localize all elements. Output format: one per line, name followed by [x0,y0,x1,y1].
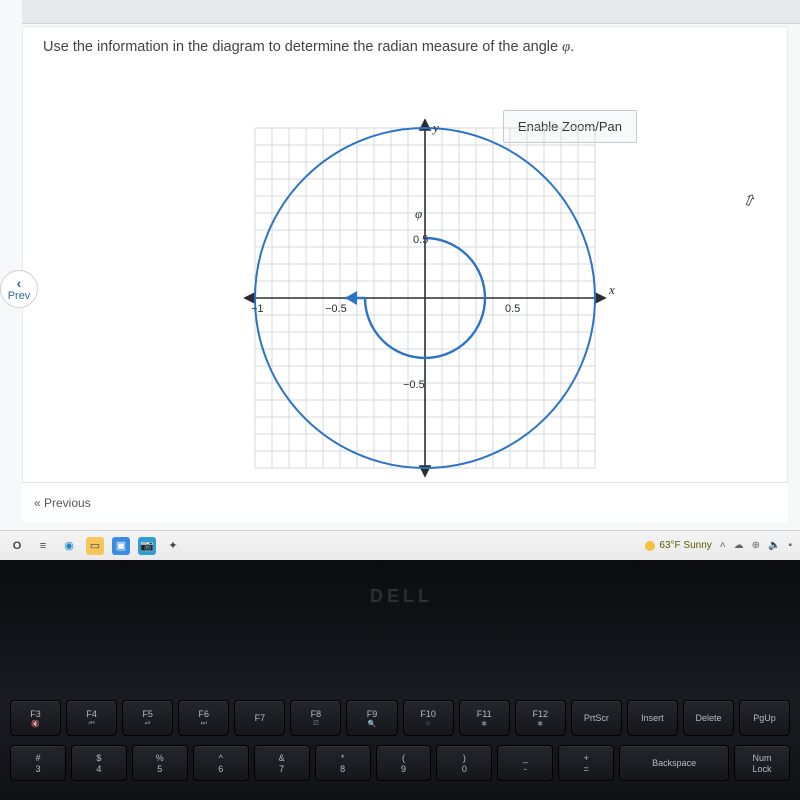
svg-text:−0.5: −0.5 [325,303,347,315]
explorer-icon[interactable]: ▭ [86,537,104,555]
key-delete[interactable]: Delete [683,700,734,736]
browser-tab-bar [22,0,800,24]
keyboard-function-row: F3🔇F4⏮F5⏯F6⏭F7F8⎚F9🔍F10☼F11✱F12✱PrtScrIn… [10,700,790,736]
key-backspace[interactable]: Backspace [619,745,729,781]
polar-diagram: y x φ 0.5 −0.5 −1 0.5 −0.5 [185,108,625,488]
app-icon-3[interactable]: ✦ [164,537,182,555]
key-6[interactable]: ^6 [193,745,249,781]
svg-text:−0.5: −0.5 [403,379,425,391]
key-prtscr[interactable]: PrtScr [571,700,622,736]
key-f11[interactable]: F11✱ [459,700,510,736]
weather-text: 63°F Sunny [659,540,711,551]
key-f3[interactable]: F3🔇 [10,700,61,736]
phi-symbol: φ [562,39,570,55]
tray-chevron-icon[interactable]: ˄ [720,540,726,551]
svg-text:0.5: 0.5 [413,234,428,246]
prev-button[interactable]: ‹ Prev [0,270,38,308]
key-=[interactable]: += [558,745,614,781]
key-4[interactable]: $4 [71,745,127,781]
question-suffix: . [570,39,574,55]
sun-icon [645,541,655,551]
windows-taskbar: O ≡ ◉ ▭ ▣ 📷 ✦ 63°F Sunny ˄ ☁ ⊕ 🔈 ▪ [0,530,800,560]
previous-link[interactable]: « Previous [34,496,91,510]
key-lock[interactable]: NumLock [734,745,790,781]
key-f8[interactable]: F8⎚ [290,700,341,736]
tray-vol-icon[interactable]: 🔈 [768,540,780,551]
key-f9[interactable]: F9🔍 [346,700,397,736]
question-prefix: Use the information in the diagram to de… [43,39,562,55]
key-f6[interactable]: F6⏭ [178,700,229,736]
app-icon-1[interactable]: ▣ [112,537,130,555]
bottom-toolbar: « Previous [22,482,788,522]
key-7[interactable]: &7 [254,745,310,781]
svg-text:−1: −1 [251,303,264,315]
key-f5[interactable]: F5⏯ [122,700,173,736]
tray-net-icon[interactable]: ⊕ [752,540,760,551]
chevron-left-icon: ‹ [17,276,22,290]
keyboard-number-row: #3$4%5^6&7*8(9)0_-+=BackspaceNumLock [10,745,790,781]
key-f4[interactable]: F4⏮ [66,700,117,736]
weather-widget[interactable]: 63°F Sunny [645,540,711,551]
key-f7[interactable]: F7 [234,700,285,736]
prev-label: Prev [8,291,31,302]
key-9[interactable]: (9 [376,745,432,781]
key-f12[interactable]: F12✱ [515,700,566,736]
key-3[interactable]: #3 [10,745,66,781]
key--[interactable]: _- [497,745,553,781]
taskview-icon[interactable]: ≡ [34,537,52,555]
key-8[interactable]: *8 [315,745,371,781]
svg-text:0.5: 0.5 [505,303,520,315]
key-0[interactable]: )0 [436,745,492,781]
question-text: Use the information in the diagram to de… [43,39,767,56]
key-pgup[interactable]: PgUp [739,700,790,736]
laptop-deck: DELL F3🔇F4⏮F5⏯F6⏭F7F8⎚F9🔍F10☼F11✱F12✱Prt… [0,560,800,800]
svg-text:y: y [431,120,439,135]
tray-cloud-icon[interactable]: ☁ [734,540,744,551]
question-panel: Use the information in the diagram to de… [22,26,788,496]
laptop-brand: DELL [370,586,433,607]
svg-text:x: x [608,282,615,297]
start-icon[interactable]: O [8,537,26,555]
key-f10[interactable]: F10☼ [403,700,454,736]
tray-batt-icon[interactable]: ▪ [788,540,792,551]
svg-text:φ: φ [415,206,422,221]
key-insert[interactable]: Insert [627,700,678,736]
key-5[interactable]: %5 [132,745,188,781]
edge-icon[interactable]: ◉ [60,537,78,555]
app-icon-2[interactable]: 📷 [138,537,156,555]
